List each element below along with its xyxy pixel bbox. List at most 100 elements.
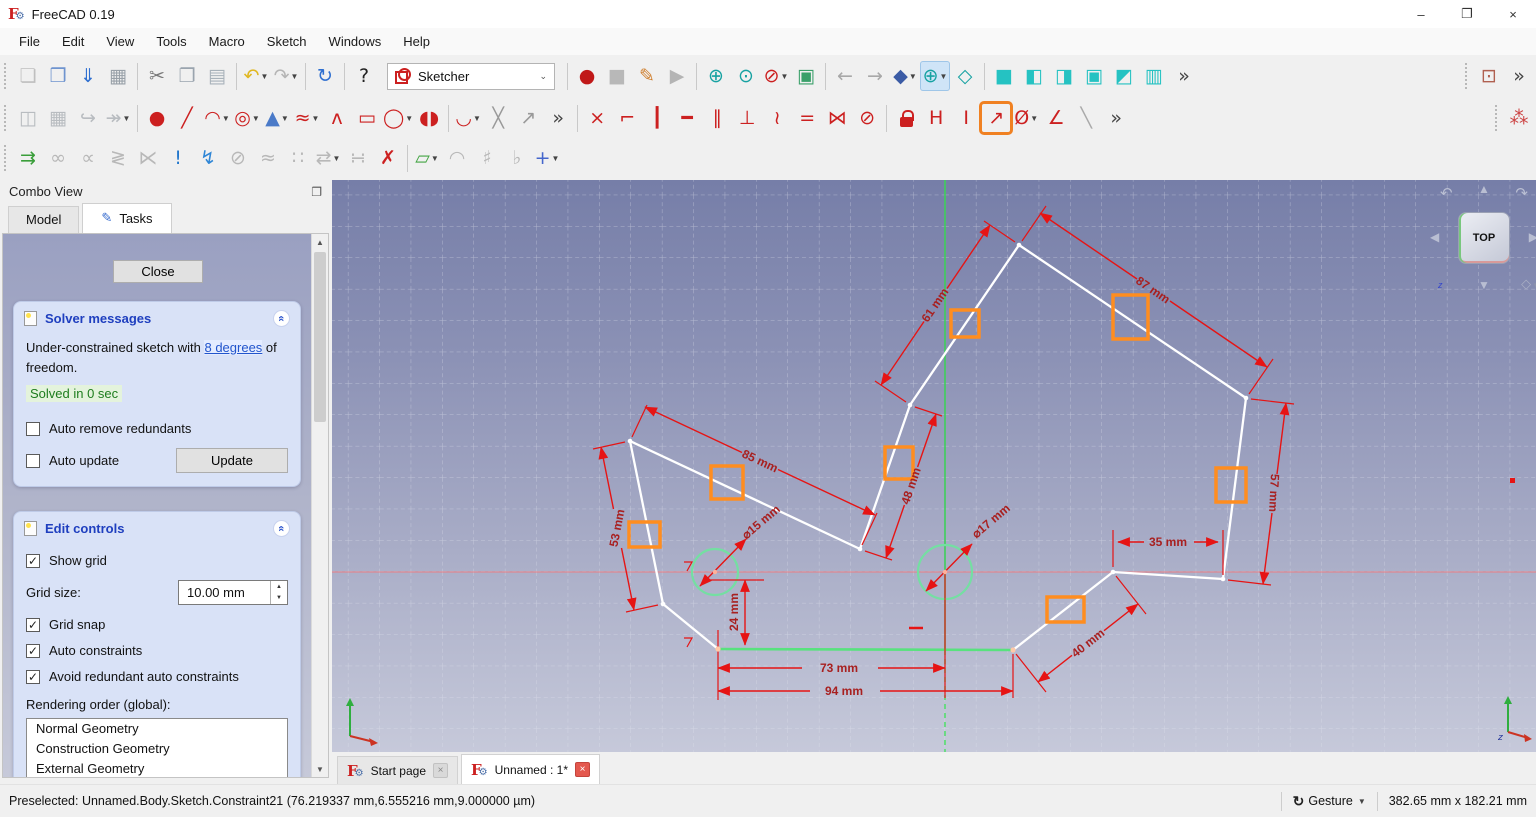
macro-stop-button[interactable]: ■ [602, 61, 632, 91]
avoid-redundant-checkbox[interactable]: Avoid redundant auto constraints [26, 669, 288, 684]
sketch-rectangle-button[interactable]: ▭ [352, 103, 382, 133]
toolbar-overflow-1-button[interactable]: » [1169, 61, 1199, 91]
tab-unnamed-document[interactable]: F⚙ Unnamed : 1* × [461, 754, 600, 784]
constrain-horizontal-button[interactable]: ━ [672, 103, 702, 133]
bspline-decrease-degree-button[interactable]: ♭ [502, 143, 532, 173]
grid-size-down-button[interactable]: ▼ [271, 593, 287, 605]
view-rear-button[interactable]: ▣ [1079, 61, 1109, 91]
dof-link[interactable]: 8 degrees [204, 340, 262, 355]
switch-virtual-space-button[interactable]: ⁂ [1504, 103, 1534, 133]
grid-snap-checkbox[interactable]: Grid snap [26, 617, 288, 632]
select-elements-constraints-button[interactable]: ∝ [73, 143, 103, 173]
constrain-diameter-button[interactable]: Ø▼ [1011, 103, 1041, 133]
view-left-button[interactable]: ▥ [1139, 61, 1169, 91]
rendering-order-item[interactable]: External Geometry [27, 759, 287, 777]
geometry-overflow-button[interactable]: » [543, 103, 573, 133]
navcube-rotate-right-icon[interactable]: ↷ [1515, 184, 1528, 202]
print-button[interactable]: ▦ [103, 61, 133, 91]
textured-view-button[interactable]: ▣ [791, 61, 821, 91]
rendering-order-item[interactable]: Construction Geometry [27, 739, 287, 759]
scrollbar-thumb[interactable] [314, 252, 326, 422]
bspline-knot-multiplicity-dropdown[interactable]: ▼ [552, 154, 560, 163]
constrain-block-button[interactable]: ⊘ [852, 103, 882, 133]
macro-edit-button[interactable]: ✎ [632, 61, 662, 91]
navcube-up-icon[interactable]: ▲ [1478, 182, 1490, 196]
select-conflicting-constraints-button[interactable]: ⋉ [133, 143, 163, 173]
menu-windows[interactable]: Windows [318, 34, 393, 49]
sketch-polygon-dropdown[interactable]: ▼ [405, 114, 413, 123]
dim-35mm[interactable]: 35 mm [1149, 535, 1187, 549]
view-right-button[interactable]: ◨ [1049, 61, 1079, 91]
refresh-button[interactable]: ↻ [310, 61, 340, 91]
select-constraints-button[interactable]: ∞ [43, 143, 73, 173]
menu-macro[interactable]: Macro [198, 34, 256, 49]
workbench-selector[interactable]: Sketcher ⌄ [387, 63, 555, 90]
tab-start-page[interactable]: F⚙ Start page × [337, 756, 458, 784]
view-front-button[interactable]: ■ [989, 61, 1019, 91]
update-button[interactable]: Update [176, 448, 288, 473]
auto-constraints-checkbox[interactable]: Auto constraints [26, 643, 288, 658]
navcube-mini-cube-icon[interactable]: ◇▼ [1521, 276, 1536, 292]
nav-forward-button[interactable]: → [860, 61, 890, 91]
constrain-lock-button[interactable] [891, 103, 921, 133]
remove-axes-alignment-button[interactable]: ✗ [373, 143, 403, 173]
auto-update-checkbox[interactable]: Auto update [26, 453, 119, 468]
close-button[interactable]: Close [113, 260, 203, 283]
bspline-convert-button[interactable]: ◠ [442, 143, 472, 173]
create-body-button[interactable]: ◫ [13, 103, 43, 133]
tasks-scrollbar[interactable]: ▲ ▼ [311, 234, 328, 777]
fit-selection-button[interactable]: ⊙ [731, 61, 761, 91]
constraints-overflow-button[interactable]: » [1101, 103, 1131, 133]
collapse-edit-controls-icon[interactable]: « [273, 520, 290, 537]
undo-dropdown[interactable]: ▼ [261, 72, 269, 81]
sketch-line-button[interactable]: ╱ [172, 103, 202, 133]
move-geometry-button[interactable]: ⇄▼ [313, 143, 343, 173]
zoom-tool-dropdown[interactable]: ▼ [940, 72, 948, 81]
copy-geometry-button[interactable]: ∷ [283, 143, 313, 173]
make-link-button[interactable]: ↪ [73, 103, 103, 133]
undo-button[interactable]: ↶▼ [241, 61, 271, 91]
new-file-button[interactable]: ❏ [13, 61, 43, 91]
view-home-button[interactable]: ◆▼ [890, 61, 920, 91]
menu-file[interactable]: File [8, 34, 51, 49]
constrain-equal-button[interactable]: = [792, 103, 822, 133]
navcube-rotate-left-icon[interactable]: ↶ [1440, 184, 1453, 202]
create-group-button[interactable]: ▦ [43, 103, 73, 133]
dim-57mm[interactable]: 57 mm [1266, 474, 1282, 513]
sketch-circle-dropdown[interactable]: ▼ [252, 114, 260, 123]
rendering-order-item[interactable]: Normal Geometry [27, 719, 287, 739]
macro-play-button[interactable]: ▶ [662, 61, 692, 91]
navcube-right-icon[interactable]: ▶ [1529, 230, 1536, 244]
constrain-snell-button[interactable]: ╲ [1071, 103, 1101, 133]
view-section-button[interactable]: ⊡ [1474, 61, 1504, 91]
activate-constraint-button[interactable]: ↯ [193, 143, 223, 173]
grid-size-input[interactable]: 10.00 mm ▲ ▼ [178, 580, 288, 605]
nav-back-button[interactable]: ← [830, 61, 860, 91]
sketch-polygon-button[interactable]: ◯▼ [382, 103, 414, 133]
view-top-button[interactable]: ◧ [1019, 61, 1049, 91]
select-unconstrained-dof-button[interactable]: ⇉ [13, 143, 43, 173]
menu-sketch[interactable]: Sketch [256, 34, 318, 49]
cut-button[interactable]: ✂ [142, 61, 172, 91]
scroll-up-icon[interactable]: ▲ [312, 234, 328, 250]
constrain-horizontal-distance-button[interactable]: H [921, 103, 951, 133]
gesture-nav-selector[interactable]: ↻ Gesture ▼ [1293, 793, 1366, 810]
make-sub-link-dropdown[interactable]: ▼ [123, 114, 131, 123]
auto-remove-redundants-checkbox[interactable]: Auto remove redundants [26, 421, 288, 436]
constrain-distance-button[interactable]: ↗ [981, 103, 1011, 133]
paste-button[interactable]: ▤ [202, 61, 232, 91]
collapse-solver-icon[interactable]: « [273, 310, 290, 327]
select-redundant-constraints-button[interactable]: ≷ [103, 143, 133, 173]
dim-73mm[interactable]: 73 mm [820, 661, 858, 675]
navigation-cube[interactable]: ↶ ↷ ▲ ▼ ◀ ▶ TOP z ◇▼ [1432, 186, 1536, 290]
menu-view[interactable]: View [95, 34, 145, 49]
sketch-circle-button[interactable]: ◎▼ [232, 103, 262, 133]
sketch-point-button[interactable]: ● [142, 103, 172, 133]
tab-model[interactable]: Model [8, 206, 79, 233]
selected-bottom-edge[interactable] [718, 649, 1013, 650]
view-axonometric-button[interactable]: ◇ [950, 61, 980, 91]
constrain-perpendicular-button[interactable]: ⊥ [732, 103, 762, 133]
rendering-order-list[interactable]: Normal GeometryConstruction GeometryExte… [26, 718, 288, 777]
bspline-show-info-button[interactable]: ▱▼ [412, 143, 442, 173]
constrain-point-on-object-button[interactable]: ⌐ [612, 103, 642, 133]
